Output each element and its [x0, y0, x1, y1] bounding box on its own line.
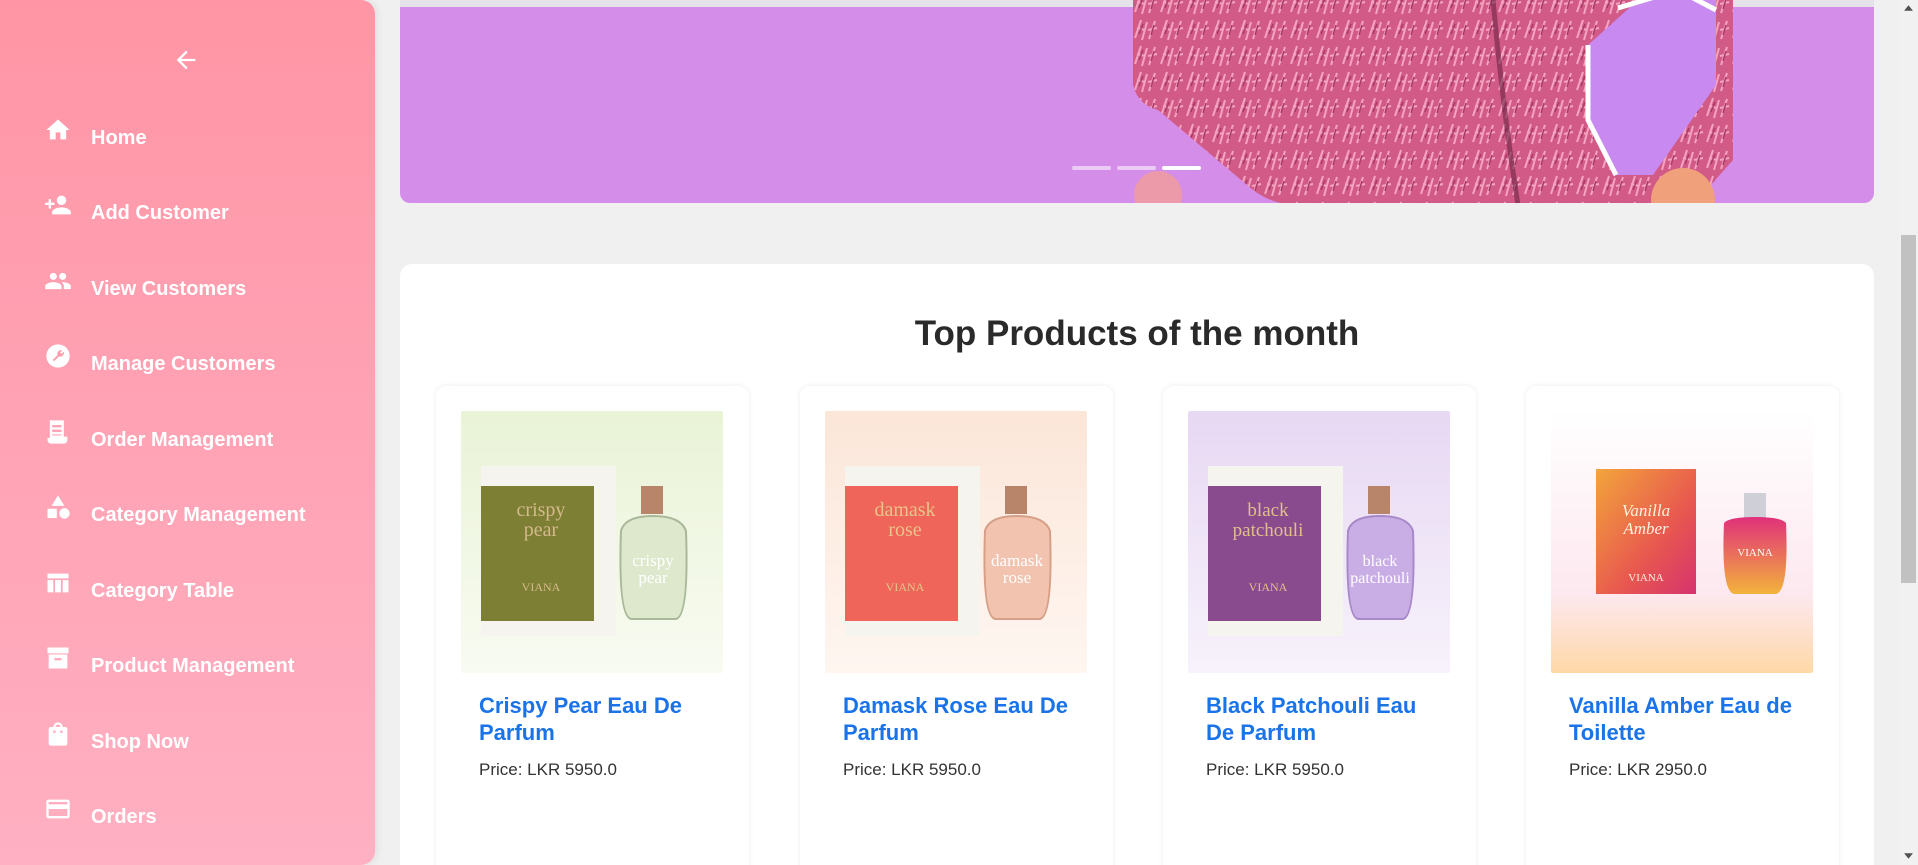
arrow-left-icon[interactable]	[172, 46, 200, 74]
product-price: Price: LKR 5950.0	[843, 760, 981, 779]
sidebar-item-label: Orders	[91, 806, 157, 828]
product-card[interactable]: crispy pear VIANA crispy pear Crispy Pea…	[436, 386, 749, 865]
sidebar-item-view-customers[interactable]: View Customers	[0, 263, 375, 315]
people-icon	[44, 267, 72, 295]
scroll-up-icon[interactable]	[1903, 3, 1914, 14]
promo-banner	[400, 0, 1874, 203]
svg-text:black: black	[1247, 500, 1289, 521]
banner-fur-image	[1133, 0, 1733, 203]
sidebar-item-label: Product Management	[91, 655, 295, 677]
svg-text:black: black	[1363, 553, 1398, 570]
product-name-link[interactable]: Black Patchouli Eau De Parfum	[1206, 692, 1446, 746]
product-price: Price: LKR 2950.0	[1569, 760, 1707, 779]
shapes-icon	[44, 493, 72, 521]
page-scrollbar[interactable]	[1899, 0, 1918, 865]
wrench-icon	[44, 342, 72, 370]
sidebar-item-orders[interactable]: Orders	[0, 791, 375, 843]
svg-text:VIANA: VIANA	[886, 580, 925, 594]
sidebar-item-manage-customers[interactable]: Manage Customers	[0, 338, 375, 390]
scroll-down-icon[interactable]	[1903, 850, 1914, 861]
sidebar-item-label: Order Management	[91, 429, 274, 451]
sidebar-item-home[interactable]: Home	[0, 112, 375, 164]
sidebar-item-shop-now[interactable]: Shop Now	[0, 716, 375, 768]
person-add-icon	[44, 191, 72, 219]
archive-icon	[44, 644, 72, 672]
svg-text:patchouli: patchouli	[1350, 570, 1410, 587]
product-image[interactable]: black patchouli VIANA black patchouli	[1188, 411, 1450, 673]
table-icon	[44, 569, 72, 597]
svg-text:VIANA: VIANA	[522, 580, 561, 594]
product-name-link[interactable]: Vanilla Amber Eau de Toilette	[1569, 692, 1809, 746]
svg-text:Amber: Amber	[1622, 519, 1669, 538]
svg-text:crispy: crispy	[517, 499, 566, 521]
slider-dot-2[interactable]	[1117, 166, 1156, 170]
svg-text:pear: pear	[638, 568, 668, 587]
product-card[interactable]: Vanilla Amber VIANA VIANA Vanilla Amber …	[1526, 386, 1839, 865]
scrollbar-thumb[interactable]	[1901, 235, 1916, 583]
sidebar-item-label: Category Management	[91, 504, 306, 526]
product-name-link[interactable]: Damask Rose Eau De Parfum	[843, 692, 1083, 746]
svg-text:VIANA: VIANA	[1628, 572, 1663, 584]
product-image[interactable]: damask rose VIANA damask rose	[825, 411, 1087, 673]
sidebar-item-label: View Customers	[91, 278, 247, 300]
slider-indicators	[1072, 166, 1201, 170]
sidebar-item-label: Home	[91, 127, 147, 149]
sidebar-item-add-customer[interactable]: Add Customer	[0, 187, 375, 239]
sidebar-item-label: Manage Customers	[91, 353, 276, 375]
svg-text:rose: rose	[888, 519, 921, 541]
top-products-section: Top Products of the month crispy pear VI…	[400, 264, 1874, 865]
slider-dot-3[interactable]	[1162, 166, 1201, 170]
home-icon	[44, 116, 72, 144]
svg-text:VIANA: VIANA	[1249, 580, 1288, 594]
svg-text:Vanilla: Vanilla	[1622, 501, 1670, 520]
svg-text:patchouli: patchouli	[1233, 520, 1304, 541]
receipt-icon	[44, 418, 72, 446]
shopping-bag-icon	[44, 720, 72, 748]
sidebar-item-category-table[interactable]: Category Table	[0, 565, 375, 617]
product-price: Price: LKR 5950.0	[1206, 760, 1344, 779]
product-image[interactable]: Vanilla Amber VIANA VIANA	[1551, 411, 1813, 673]
svg-text:pear: pear	[524, 519, 559, 541]
product-price: Price: LKR 5950.0	[479, 760, 617, 779]
sidebar-item-label: Shop Now	[91, 731, 189, 753]
section-title: Top Products of the month	[914, 314, 1360, 353]
sidebar: Home Add Customer View Customers Manage …	[0, 0, 375, 865]
svg-text:VIANA: VIANA	[1737, 547, 1772, 559]
product-card[interactable]: damask rose VIANA damask rose Damask Ros…	[800, 386, 1113, 865]
sidebar-item-order-management[interactable]: Order Management	[0, 414, 375, 466]
slider-dot-1[interactable]	[1072, 166, 1111, 170]
sidebar-item-label: Add Customer	[91, 202, 229, 224]
sidebar-item-label: Category Table	[91, 580, 234, 602]
product-name-link[interactable]: Crispy Pear Eau De Parfum	[479, 692, 719, 746]
product-image[interactable]: crispy pear VIANA crispy pear	[461, 411, 723, 673]
svg-text:rose: rose	[1003, 568, 1031, 587]
credit-card-icon	[44, 795, 72, 823]
product-card[interactable]: black patchouli VIANA black patchouli Bl…	[1163, 386, 1476, 865]
sidebar-item-product-management[interactable]: Product Management	[0, 640, 375, 692]
sidebar-item-category-management[interactable]: Category Management	[0, 489, 375, 541]
svg-text:damask: damask	[874, 499, 935, 521]
